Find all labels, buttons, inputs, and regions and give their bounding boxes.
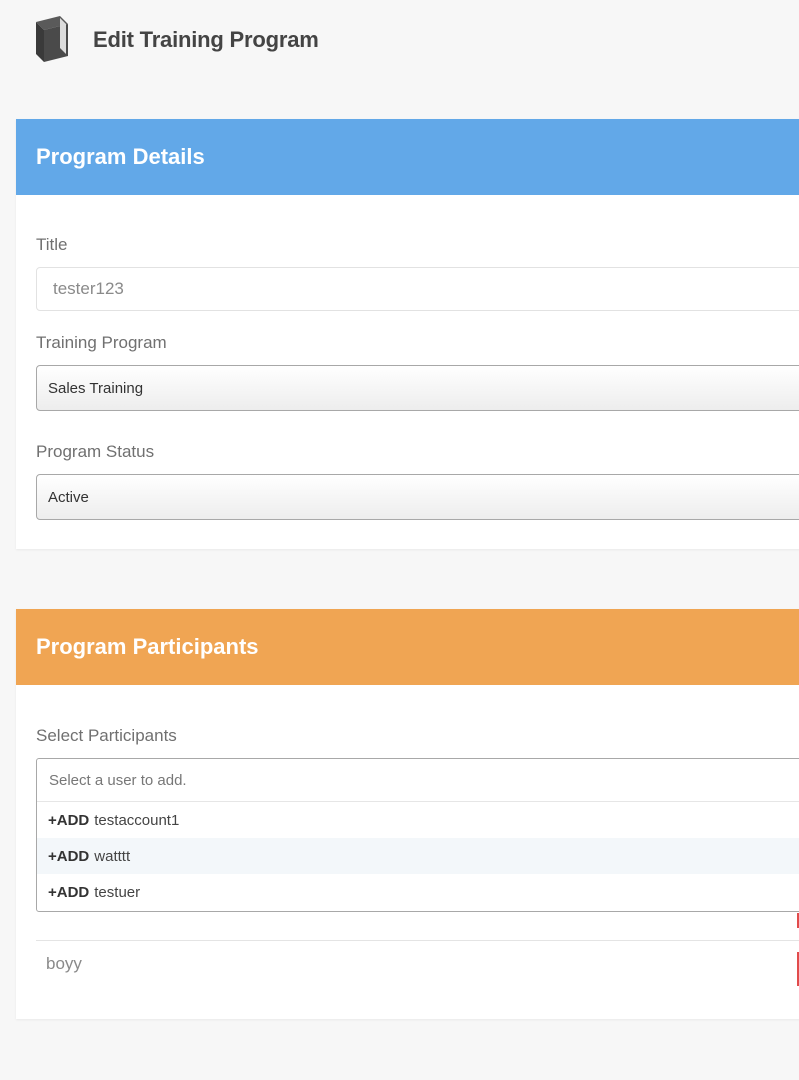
option-name: testaccount1 [94,811,180,829]
participant-picker[interactable]: Select a user to add. +ADD testaccount1 … [36,758,799,912]
option-testuer[interactable]: +ADD testuer [37,874,799,910]
training-program-select[interactable]: Sales Training [36,365,799,411]
program-status-select[interactable]: Active [36,474,799,520]
program-participants-card: Program Participants Select Participants… [16,609,799,1019]
training-program-label: Training Program [36,333,167,352]
option-name: testuer [94,883,141,901]
program-details-card: Program Details Title tester123 Training… [16,119,799,549]
participant-row: boyy [36,940,799,984]
select-participants-label: Select Participants [36,726,177,745]
add-label: +ADD [48,811,90,829]
program-participants-heading: Program Participants [16,609,799,685]
option-testaccount1[interactable]: +ADD testaccount1 [37,802,799,838]
add-label: +ADD [48,847,90,865]
participant-search-input[interactable]: Select a user to add. [37,759,799,802]
book-icon [36,16,68,62]
add-label: +ADD [48,883,90,901]
program-details-heading: Program Details [16,119,799,195]
title-field[interactable]: tester123 [36,267,799,311]
option-name: watttt [94,847,131,865]
title-label: Title [36,235,68,254]
program-status-label: Program Status [36,442,155,461]
option-watttt[interactable]: +ADD watttt [37,838,799,874]
page-title: Edit Training Program [93,27,319,52]
page-header: Edit Training Program [0,0,799,90]
participant-name: boyy [46,954,82,973]
